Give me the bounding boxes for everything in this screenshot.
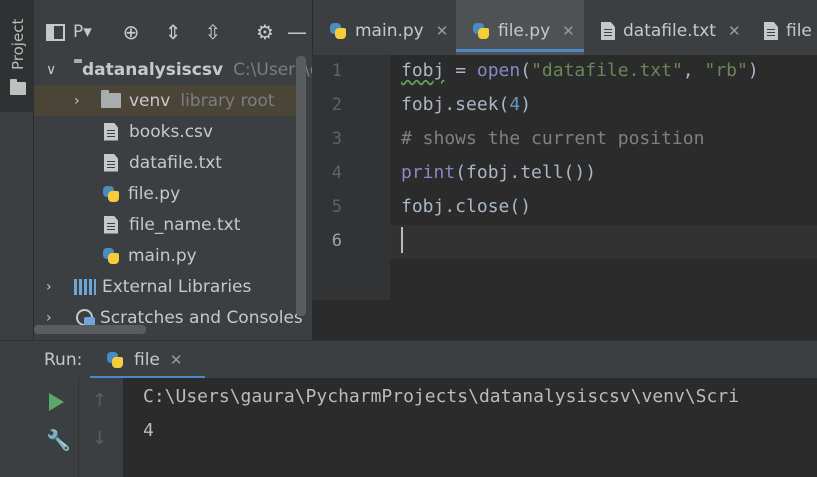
line-number: 3: [331, 129, 342, 149]
tree-item-file-name-txt[interactable]: file_name.txt: [34, 209, 312, 240]
file-icon: [601, 22, 615, 40]
file-icon: [104, 153, 118, 172]
python-file-icon: [102, 247, 120, 265]
code-editor[interactable]: fobj = open("datafile.txt", "rb") fobj.s…: [390, 55, 817, 300]
chevron-right-icon[interactable]: ›: [46, 310, 52, 326]
vertical-scrollbar[interactable]: [296, 56, 306, 316]
line-number: 5: [331, 197, 342, 217]
library-icon: [74, 278, 96, 295]
run-label: Run:: [44, 350, 83, 370]
hide-icon[interactable]: —: [286, 20, 308, 44]
line-number: 1: [331, 61, 342, 81]
close-icon[interactable]: ✕: [728, 22, 741, 40]
code-line: # shows the current position: [401, 128, 705, 149]
run-tab-label: file: [134, 350, 160, 370]
tree-item-external-libraries[interactable]: › External Libraries: [34, 271, 312, 302]
chevron-right-icon[interactable]: ›: [46, 279, 52, 295]
tab-label: datafile.txt: [623, 21, 716, 41]
tree-item-label: External Libraries: [102, 276, 252, 297]
tree-item-datafile-txt[interactable]: datafile.txt: [34, 147, 312, 178]
run-toolbar-secondary: ↑ ↓: [78, 378, 123, 477]
console-output-line: 4: [143, 420, 154, 441]
tree-item-main-py[interactable]: main.py: [34, 240, 312, 271]
tree-item-books-csv[interactable]: books.csv: [34, 116, 312, 147]
tree-item-label: main.py: [128, 245, 197, 266]
code-line: fobj = open("datafile.txt", "rb"): [401, 60, 759, 81]
code-line: fobj.close(): [401, 196, 532, 217]
close-icon[interactable]: ✕: [562, 22, 575, 40]
file-icon: [104, 122, 118, 141]
horizontal-scrollbar[interactable]: [34, 325, 146, 334]
tool-window-strip: Project: [0, 0, 34, 340]
expand-all-icon[interactable]: ⇕: [160, 20, 186, 44]
python-file-icon: [106, 351, 124, 369]
tab-main-py[interactable]: main.py ✕: [313, 0, 455, 62]
project-tree: ∨ datanalysiscsv C:\Users\g › venv libra…: [34, 50, 321, 340]
close-icon[interactable]: ✕: [170, 351, 183, 369]
folder-icon: [101, 90, 121, 108]
code-line: fobj.seek(4): [401, 94, 532, 115]
line-number: 6: [331, 231, 342, 251]
console-output-line: C:\Users\gaura\PycharmProjects\datanalys…: [143, 386, 740, 407]
project-tool-tab[interactable]: Project: [0, 0, 34, 112]
python-file-icon: [102, 185, 120, 203]
editor-tab-bar: main.py ✕ file.py ✕ datafile.txt ✕ file: [312, 0, 817, 62]
tab-file[interactable]: file: [748, 0, 817, 62]
tree-item-hint: library root: [180, 90, 275, 111]
tab-label: file.py: [498, 21, 551, 41]
file-icon: [764, 22, 778, 40]
current-line-highlight: [390, 225, 817, 259]
editor-bottom-area: [312, 300, 817, 340]
locate-icon[interactable]: ⊕: [118, 20, 144, 44]
file-icon: [104, 215, 118, 234]
tree-item-label: datafile.txt: [129, 152, 222, 173]
project-view-selector[interactable]: P▾: [46, 20, 116, 44]
run-tab-file[interactable]: file ✕: [90, 341, 205, 379]
close-icon[interactable]: ✕: [436, 22, 449, 40]
chevron-down-icon[interactable]: ∨: [46, 62, 56, 78]
line-number: 4: [331, 163, 342, 183]
tab-datafile-txt[interactable]: datafile.txt ✕: [585, 0, 747, 62]
tree-item-label: books.csv: [129, 121, 213, 142]
arrow-down-icon[interactable]: ↓: [92, 428, 107, 449]
tree-item-label: datanalysiscsv: [82, 59, 224, 80]
tab-label: file: [786, 21, 812, 41]
tree-item-file-py[interactable]: file.py: [34, 178, 312, 209]
project-tab-label: Project: [9, 18, 27, 70]
tree-item-label: venv: [129, 90, 171, 111]
chevron-right-icon[interactable]: ›: [74, 93, 80, 109]
run-toolbar: 🔧: [34, 378, 78, 477]
text-caret: [401, 227, 403, 253]
rerun-icon[interactable]: [49, 393, 64, 411]
tab-file-py[interactable]: file.py ✕: [456, 0, 584, 62]
python-file-icon: [472, 22, 490, 40]
run-console[interactable]: C:\Users\gaura\PycharmProjects\datanalys…: [123, 378, 817, 477]
tree-item-hint: C:\Users\g: [233, 59, 321, 80]
project-view-icon: [46, 23, 65, 41]
scratches-icon: [74, 308, 96, 327]
run-panel-header: Run: file ✕: [0, 340, 817, 379]
tree-item-datanalysiscsv[interactable]: ∨ datanalysiscsv C:\Users\g: [34, 54, 321, 85]
project-view-label: P▾: [73, 22, 92, 42]
folder-icon: [10, 79, 26, 95]
code-line: print(fobj.tell()): [401, 162, 597, 183]
arrow-up-icon[interactable]: ↑: [92, 390, 107, 411]
line-number-gutter: 1 2 3 4 5 6: [312, 55, 390, 300]
tab-label: main.py: [355, 21, 424, 41]
tree-item-label: file.py: [128, 183, 181, 204]
tree-item-label: file_name.txt: [129, 214, 241, 235]
tree-item-venv[interactable]: › venv library root: [34, 85, 296, 116]
gear-icon[interactable]: ⚙: [252, 20, 278, 44]
tool-window-strip-bottom: [0, 378, 34, 477]
collapse-all-icon[interactable]: ⇳: [200, 20, 226, 44]
python-file-icon: [329, 22, 347, 40]
line-number: 2: [331, 95, 342, 115]
wrench-icon[interactable]: 🔧: [46, 428, 71, 452]
